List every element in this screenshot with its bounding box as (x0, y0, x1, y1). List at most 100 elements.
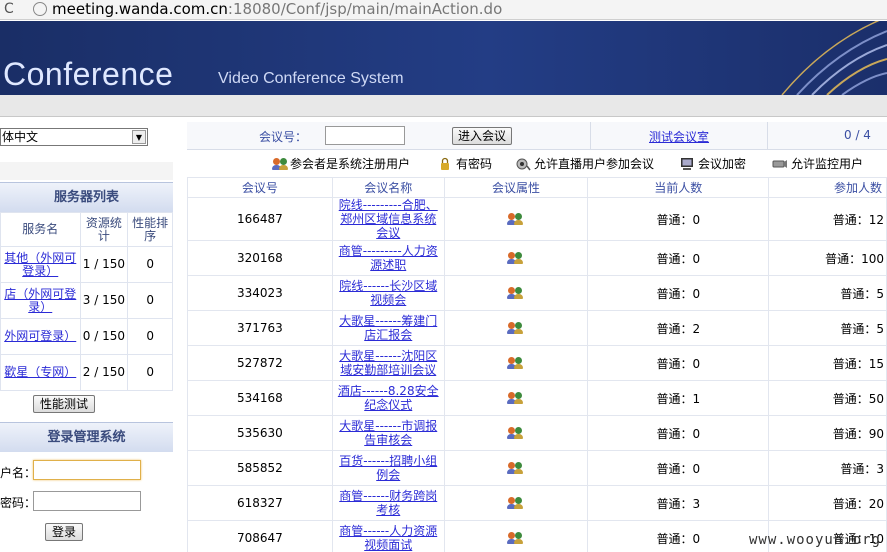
broadcast-icon (516, 158, 531, 170)
perf-test-button[interactable]: 性能测试 (33, 395, 95, 413)
meeting-name-link[interactable]: 百货------招聘小组 例会 (339, 454, 437, 482)
people-icon (507, 496, 525, 510)
current-count: 普通：0 (587, 415, 770, 451)
meeting-id: 371763 (187, 310, 333, 346)
people-icon (507, 356, 525, 370)
table-row: 其他（外网可登录） 1 / 150 0 (0, 246, 173, 283)
meeting-id: 320168 (187, 240, 333, 276)
meeting-id: 535630 (187, 415, 333, 451)
conference-banner: Conference Video Conference System (0, 21, 887, 95)
url-text[interactable]: meeting.wanda.com.cn:18080/Conf/jsp/main… (52, 0, 502, 18)
current-count: 普通：1 (587, 380, 770, 416)
login-button[interactable]: 登录 (45, 523, 83, 541)
people-icon (507, 391, 525, 405)
banner-strip (0, 95, 887, 117)
address-bar[interactable]: C meeting.wanda.com.cn:18080/Conf/jsp/ma… (0, 0, 887, 20)
camera-icon (772, 159, 787, 168)
legend-item: 参会者是系统注册用户 (272, 155, 410, 172)
col-header-current: 当前人数 (587, 177, 770, 198)
left-panel: 体中文 ▼ 服务器列表 服务名 资源统计 性能排序 其他（外网可登录） 1 / … (0, 122, 173, 552)
reload-icon[interactable]: C (4, 1, 14, 17)
test-room-link[interactable]: 测试会议室 (649, 128, 709, 145)
meeting-name-link[interactable]: 院线---------合肥、 郑州区域信息系统 会议 (339, 198, 438, 240)
people-icon (507, 531, 525, 545)
people-icon (507, 321, 525, 335)
table-row: 534168 酒店------8.28安全 纪念仪式 普通：1 普通：50 (187, 380, 887, 416)
meeting-name-link[interactable]: 酒店------8.28安全 纪念仪式 (338, 384, 439, 412)
people-icon (507, 426, 525, 440)
server-link[interactable]: 其他（外网可登录） (4, 251, 76, 278)
watermark: www.wooyun.org (748, 532, 881, 548)
meeting-id: 334023 (187, 275, 333, 311)
language-select[interactable]: 体中文 ▼ (0, 128, 148, 146)
meeting-name-link[interactable]: 商管---------人力资 源述职 (339, 244, 438, 272)
current-count: 普通：2 (587, 310, 770, 346)
server-header-rank: 性能排序 (127, 212, 173, 247)
meeting-table: 会议号 会议名称 会议属性 当前人数 参加人数 166487 院线--------… (187, 177, 887, 552)
username-input[interactable] (33, 460, 141, 480)
enter-meeting-button[interactable]: 进入会议 (452, 127, 512, 145)
current-count: 普通：0 (587, 345, 770, 381)
meeting-name-link[interactable]: 院线------长沙区域 视频会 (339, 279, 437, 307)
col-header-attr: 会议属性 (443, 177, 589, 198)
legend-item: 允许监控用户 (772, 155, 863, 172)
table-row: 535630 大歌星------市调报 告审核会 普通：0 普通：90 (187, 415, 887, 451)
page-counter: 0 / 4 (844, 128, 871, 142)
encrypt-icon (681, 157, 693, 170)
banner-decoration-icon (781, 21, 887, 95)
server-table: 服务名 资源统计 性能排序 其他（外网可登录） 1 / 150 0 店（外网可登… (0, 212, 173, 391)
table-row: 320168 商管---------人力资 源述职 普通：0 普通：100 (187, 240, 887, 276)
table-row: 334023 院线------长沙区域 视频会 普通：0 普通：5 (187, 275, 887, 311)
login-title: 登录管理系统 (0, 422, 173, 452)
join-count: 普通：100 (768, 240, 887, 276)
chevron-down-icon[interactable]: ▼ (132, 130, 146, 144)
table-row: 外网可登录） 0 / 150 0 (0, 318, 173, 355)
join-count: 普通：15 (768, 345, 887, 381)
server-header-res: 资源统计 (79, 212, 129, 247)
join-count: 普通：3 (768, 450, 887, 486)
left-spacer (0, 162, 173, 180)
server-link[interactable]: 店（外网可登录） (4, 287, 76, 314)
meeting-id: 527872 (187, 345, 333, 381)
join-count: 普通：90 (768, 415, 887, 451)
meeting-name-link[interactable]: 大歌星------筹建门 店汇报会 (339, 314, 437, 342)
current-count: 普通：0 (587, 450, 770, 486)
server-header-name: 服务名 (0, 212, 81, 247)
table-row: 585852 百货------招聘小组 例会 普通：0 普通：3 (187, 450, 887, 486)
meeting-name-link[interactable]: 商管------财务跨岗 考核 (339, 489, 437, 517)
username-label: 户名： (0, 466, 37, 480)
table-row: 歡星（专网） 2 / 150 0 (0, 354, 173, 391)
meeting-no-input[interactable] (325, 126, 405, 145)
password-input[interactable] (33, 491, 141, 511)
col-header-join: 参加人数 (768, 177, 887, 198)
current-count: 普通：0 (587, 197, 770, 241)
lock-icon (441, 157, 449, 170)
table-row: 371763 大歌星------筹建门 店汇报会 普通：2 普通：5 (187, 310, 887, 346)
people-icon (507, 251, 525, 265)
server-link[interactable]: 歡星（专网） (4, 365, 76, 379)
password-label: 密码： (0, 496, 37, 510)
people-icon (507, 286, 525, 300)
meeting-name-link[interactable]: 商管------人力资源 视频面试 (339, 524, 437, 552)
right-panel: 会议号： 进入会议 测试会议室 0 / 4 参会者是系统注册用户 有密码 允许直… (187, 122, 887, 552)
meeting-name-link[interactable]: 大歌星------沈阳区 域安勤部培训会议 (339, 349, 437, 377)
globe-icon (33, 2, 47, 16)
server-list-title: 服务器列表 (0, 182, 173, 212)
legend: 参会者是系统注册用户 有密码 允许直播用户参加会议 会议加密 允许监控用户 (187, 153, 887, 175)
table-row: 166487 院线---------合肥、 郑州区域信息系统 会议 普通：0 普通：12 (187, 197, 887, 241)
people-icon (272, 157, 290, 171)
meeting-id: 618327 (187, 485, 333, 521)
people-icon (507, 461, 525, 475)
meeting-id: 708647 (187, 520, 333, 552)
meeting-no-label: 会议号： (259, 130, 308, 144)
legend-item: 允许直播用户参加会议 (515, 155, 654, 172)
col-header-id: 会议号 (187, 177, 333, 198)
join-count: 普通：5 (768, 310, 887, 346)
meeting-name-link[interactable]: 大歌星------市调报 告审核会 (339, 419, 437, 447)
banner-subtitle: Video Conference System (218, 70, 404, 87)
current-count: 普通：0 (587, 275, 770, 311)
table-row: 527872 大歌星------沈阳区 域安勤部培训会议 普通：0 普通：15 (187, 345, 887, 381)
join-count: 普通：5 (768, 275, 887, 311)
server-link[interactable]: 外网可登录） (4, 329, 76, 343)
meeting-toolbar: 会议号： 进入会议 测试会议室 0 / 4 (187, 122, 887, 150)
